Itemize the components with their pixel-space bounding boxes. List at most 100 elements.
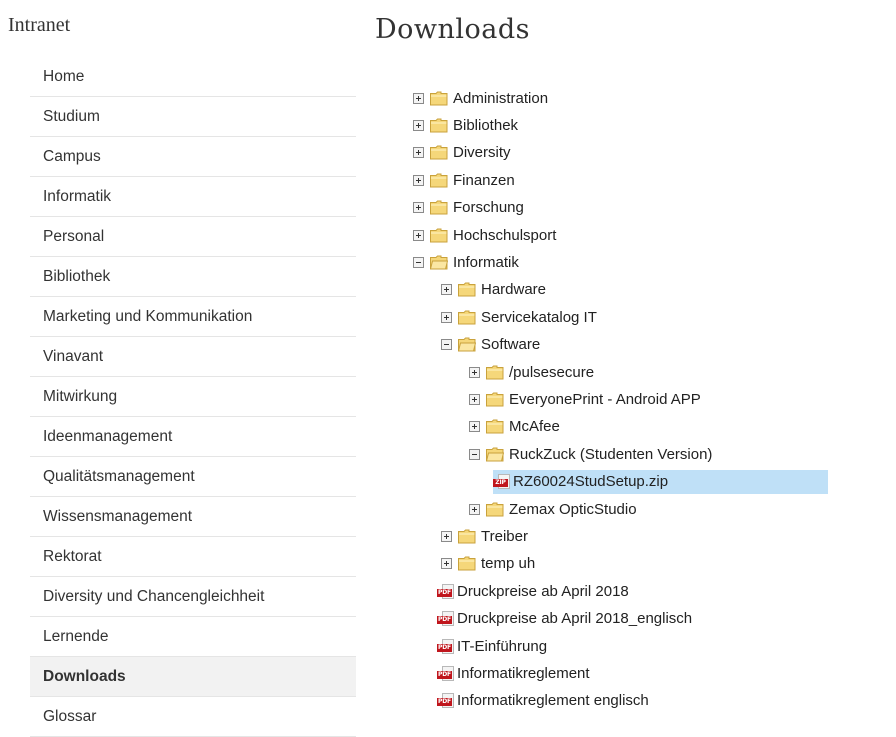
tree-row-content: Treiber [441,524,528,548]
expand-plus-icon[interactable] [469,421,480,433]
folder-link[interactable]: Hardware [481,281,546,298]
expand-plus-icon[interactable] [469,393,480,405]
expand-plus-icon[interactable] [413,229,424,241]
folder-link[interactable]: EveryonePrint - Android APP [509,391,701,408]
file-type-tag: PDF [437,588,452,597]
pdf-file-icon: PDF [437,611,455,627]
tree-row-content: EveryonePrint - Android APP [469,387,701,411]
expand-plus-icon[interactable] [413,92,424,104]
expand-plus-icon[interactable] [413,174,424,186]
folder-link[interactable]: Diversity [453,144,511,161]
tree-row-everyoneprint-android-app: EveryonePrint - Android APP [0,387,896,411]
tree-row-it-einfuhrung: PDF IT-Einführung [0,634,896,658]
folder-open-icon [458,337,476,352]
tree-row-content: Diversity [413,141,511,165]
file-link[interactable]: RZ60024StudSetup.zip [513,473,668,490]
page-title: Downloads [375,14,531,45]
expand-plus-icon[interactable] [441,284,452,296]
tree-row-content: Hochschulsport [413,223,556,247]
folder-open-icon [430,255,448,270]
folder-link[interactable]: temp uh [481,555,535,572]
folder-link[interactable]: Servicekatalog IT [481,309,597,326]
tree-row-content: Zemax OpticStudio [469,497,637,521]
file-link[interactable]: IT-Einführung [457,638,547,655]
tree-row-content: PDF Druckpreise ab April 2018 [437,579,629,603]
tree-row-content: PDF Informatikreglement [437,661,590,685]
collapse-minus-icon[interactable] [441,339,452,351]
file-type-tag: PDF [437,670,452,679]
folder-icon [430,173,448,188]
folder-icon [486,365,504,379]
zip-file-icon: ZIP [493,474,511,490]
folder-icon [430,200,448,215]
expand-plus-icon[interactable] [413,147,424,159]
tree-row-rz60024studsetup-zip: ZIP RZ60024StudSetup.zip [0,469,896,494]
tree-row-software: Software [0,333,896,357]
tree-row-druckpreise-ab-april-2018: PDF Druckpreise ab April 2018 [0,579,896,603]
tree-row-informatikreglement-englisch: PDF Informatikreglement englisch [0,689,896,713]
expand-plus-icon[interactable] [469,503,480,515]
folder-icon [430,145,448,160]
tree-row-content: PDF Druckpreise ab April 2018_englisch [437,607,692,631]
collapse-minus-icon[interactable] [413,256,424,268]
folder-icon [486,419,504,434]
tree-row-pulsesecure: /pulsesecure [0,360,896,384]
tree-row-hochschulsport: Hochschulsport [0,223,896,247]
folder-link[interactable]: Hochschulsport [453,227,556,244]
tree-row-informatik: Informatik [0,250,896,274]
pdf-file-icon: PDF [437,638,455,654]
tree-row-informatikreglement: PDF Informatikreglement [0,661,896,685]
expand-plus-icon[interactable] [441,530,452,542]
folder-link[interactable]: Finanzen [453,172,515,189]
tree-row-content: McAfee [469,415,560,439]
folder-icon [430,228,448,242]
tree-row-treiber: Treiber [0,524,896,548]
tree-row-content: Forschung [413,196,524,220]
file-link[interactable]: Informatikreglement englisch [457,692,649,709]
pdf-file-icon: PDF [437,665,455,681]
tree-row-content: Hardware [441,278,546,302]
tree-row-mcafee: McAfee [0,415,896,439]
folder-icon [458,529,476,544]
tree-row-content: RuckZuck (Studenten Version) [469,442,712,466]
tree-row-administration: Administration [0,86,896,110]
folder-link[interactable]: Treiber [481,528,528,545]
file-link[interactable]: Druckpreise ab April 2018 [457,583,629,600]
folder-icon [430,118,448,133]
tree-row-ruckzuck-studenten-version: RuckZuck (Studenten Version) [0,442,896,466]
expand-plus-icon[interactable] [413,119,424,131]
folder-link[interactable]: Administration [453,90,548,107]
tree-row-content: Administration [413,86,548,110]
tree-row-content: Servicekatalog IT [441,305,597,329]
tree-row-hardware: Hardware [0,278,896,302]
collapse-minus-icon[interactable] [469,448,480,460]
file-link[interactable]: Informatikreglement [457,665,590,682]
folder-link[interactable]: Forschung [453,199,524,216]
tree-row-content: Finanzen [413,168,515,192]
folder-link[interactable]: McAfee [509,418,560,435]
folder-icon [486,502,504,516]
folder-link[interactable]: /pulsesecure [509,364,594,381]
pdf-file-icon: PDF [437,583,455,599]
folder-link[interactable]: Zemax OpticStudio [509,501,637,518]
folder-link[interactable]: Informatik [453,254,519,271]
folder-icon [458,310,476,325]
folder-link[interactable]: Bibliothek [453,117,518,134]
tree-row-content: Bibliothek [413,113,518,137]
tree-row-zemax-opticstudio: Zemax OpticStudio [0,497,896,521]
tree-row-temp-uh: temp uh [0,552,896,576]
tree-row-content: PDF Informatikreglement englisch [437,689,649,713]
expand-plus-icon[interactable] [441,311,452,323]
expand-plus-icon[interactable] [441,558,452,570]
file-type-tag: PDF [437,698,452,707]
folder-icon [486,392,504,407]
tree-row-content: Software [441,333,540,357]
folder-link[interactable]: RuckZuck (Studenten Version) [509,446,712,463]
expand-plus-icon[interactable] [469,366,480,378]
folder-link[interactable]: Software [481,336,540,353]
file-link[interactable]: Druckpreise ab April 2018_englisch [457,610,692,627]
tree-row-content: PDF IT-Einführung [437,634,547,658]
folder-icon [430,91,448,105]
tree-row-bibliothek: Bibliothek [0,113,896,137]
expand-plus-icon[interactable] [413,202,424,214]
